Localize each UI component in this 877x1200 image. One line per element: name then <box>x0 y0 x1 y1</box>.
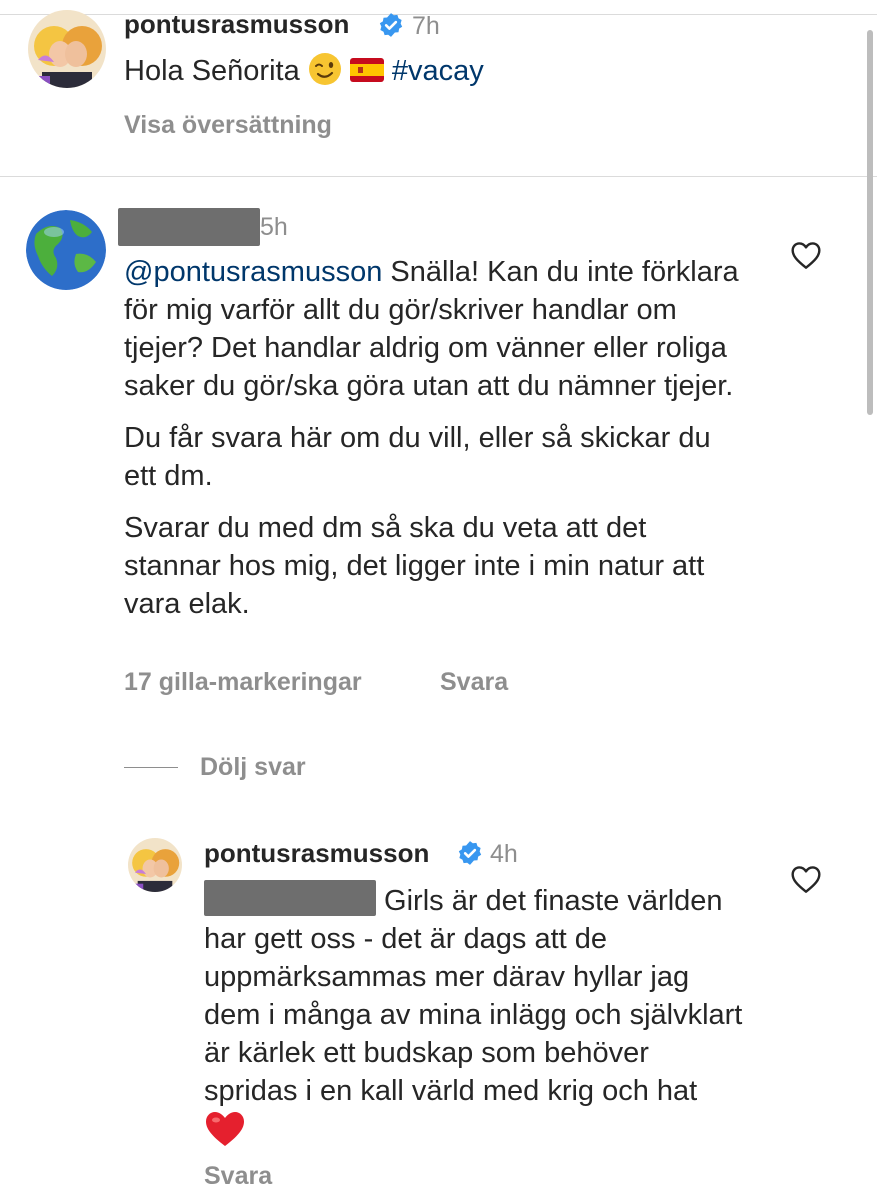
comment-like-button[interactable] <box>790 240 822 275</box>
commenter-avatar[interactable] <box>26 210 106 290</box>
redacted-mention <box>204 880 376 916</box>
red-heart-emoji <box>206 1112 244 1146</box>
caption-hashtag[interactable]: #vacay <box>392 55 484 87</box>
cartoon-couple-avatar-image <box>128 838 182 892</box>
comment-likes-count[interactable]: 17 gilla-markeringar <box>124 668 362 697</box>
heart-outline-icon <box>791 242 821 269</box>
redacted-username <box>118 208 260 246</box>
translate-button[interactable]: Visa översättning <box>124 111 332 140</box>
hide-replies-button[interactable]: Dölj svar <box>200 753 306 782</box>
heart-outline-icon <box>791 866 821 893</box>
reply-author-avatar[interactable] <box>128 838 182 892</box>
post-caption: Hola Señorita #vacay <box>124 52 684 90</box>
comment-time: 5h <box>260 213 288 241</box>
comment-reply-button[interactable]: Svara <box>440 668 508 697</box>
reply-body: Girls är det finaste världen har gett os… <box>204 880 744 1150</box>
comment-mention[interactable]: @pontusrasmusson <box>124 256 382 288</box>
post-time: 7h <box>412 12 440 40</box>
comment-paragraph-3: Svarar du med dm så ska du veta att det … <box>124 512 705 620</box>
verified-badge-icon <box>457 840 483 871</box>
verified-badge-icon <box>378 12 404 43</box>
spain-flag-emoji <box>349 58 384 82</box>
comment-paragraph-1: @pontusrasmusson Snälla! Kan du inte för… <box>124 256 739 402</box>
post-author-avatar[interactable] <box>28 10 106 88</box>
comment-paragraph-2: Du får svara här om du vill, eller så sk… <box>124 422 711 492</box>
section-divider <box>0 176 877 177</box>
winking-face-emoji <box>308 53 341 85</box>
reply-text: Girls är det finaste världen har gett os… <box>204 885 743 1107</box>
reply-author-username[interactable]: pontusrasmusson <box>204 839 429 867</box>
cartoon-couple-avatar-image <box>28 10 106 88</box>
globe-avatar-image <box>26 210 106 290</box>
reply-like-button[interactable] <box>790 864 822 899</box>
reply-time: 4h <box>490 840 518 868</box>
post-author-username[interactable]: pontusrasmusson <box>124 10 349 38</box>
caption-text: Hola Señorita <box>124 55 300 87</box>
scrollbar[interactable] <box>867 30 873 415</box>
reply-reply-button[interactable]: Svara <box>204 1162 272 1191</box>
hide-replies-line <box>124 767 178 768</box>
comment-body: @pontusrasmusson Snälla! Kan du inte för… <box>124 253 744 637</box>
